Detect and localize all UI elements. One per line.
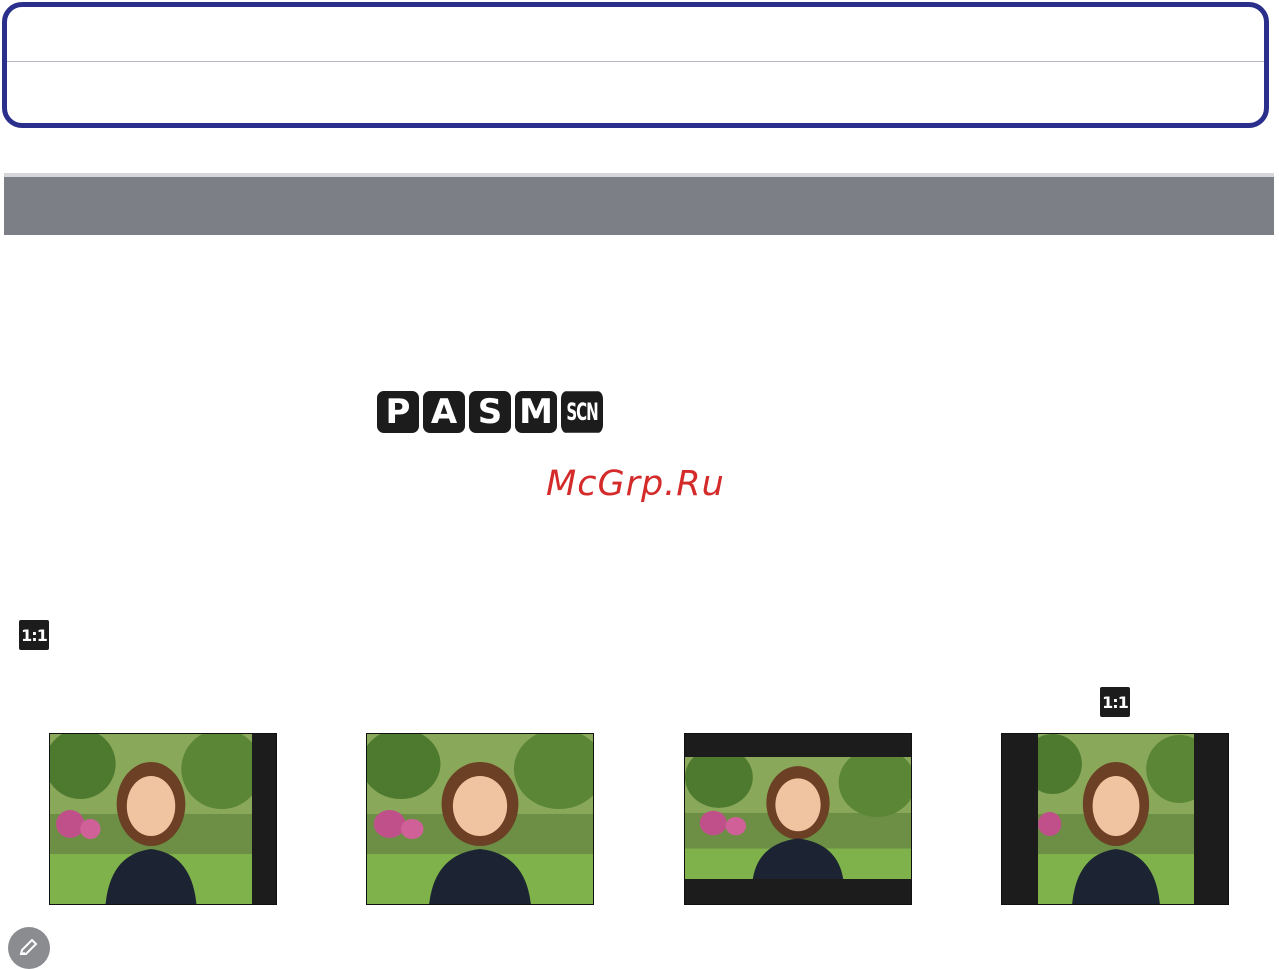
photo-scene bbox=[1038, 734, 1194, 904]
sample-photo-aspect-4-3 bbox=[49, 733, 277, 905]
mode-scn-icon: SCN bbox=[561, 391, 603, 433]
photo-scene bbox=[685, 757, 911, 879]
section-header-bar bbox=[4, 173, 1274, 235]
title-box bbox=[2, 2, 1269, 128]
mode-m-icon: M bbox=[515, 391, 557, 433]
sample-photo-aspect-1-1 bbox=[1001, 733, 1229, 905]
mode-p-icon: P bbox=[377, 391, 419, 433]
title-divider bbox=[7, 61, 1264, 62]
pencil-note-icon bbox=[8, 927, 50, 969]
photo-scene bbox=[50, 734, 252, 904]
sample-photo-aspect-3-2 bbox=[366, 733, 594, 905]
aspect-ratio-1-1-icon: 1:1 bbox=[1100, 687, 1130, 717]
mode-s-icon: S bbox=[469, 391, 511, 433]
sample-photo-aspect-16-9 bbox=[684, 733, 912, 905]
watermark: McGrp.Ru bbox=[546, 464, 725, 504]
mode-a-icon: A bbox=[423, 391, 465, 433]
recording-mode-icons: P A S M SCN bbox=[377, 391, 603, 433]
aspect-ratio-1-1-icon: 1:1 bbox=[19, 620, 49, 650]
photo-scene bbox=[367, 734, 593, 904]
